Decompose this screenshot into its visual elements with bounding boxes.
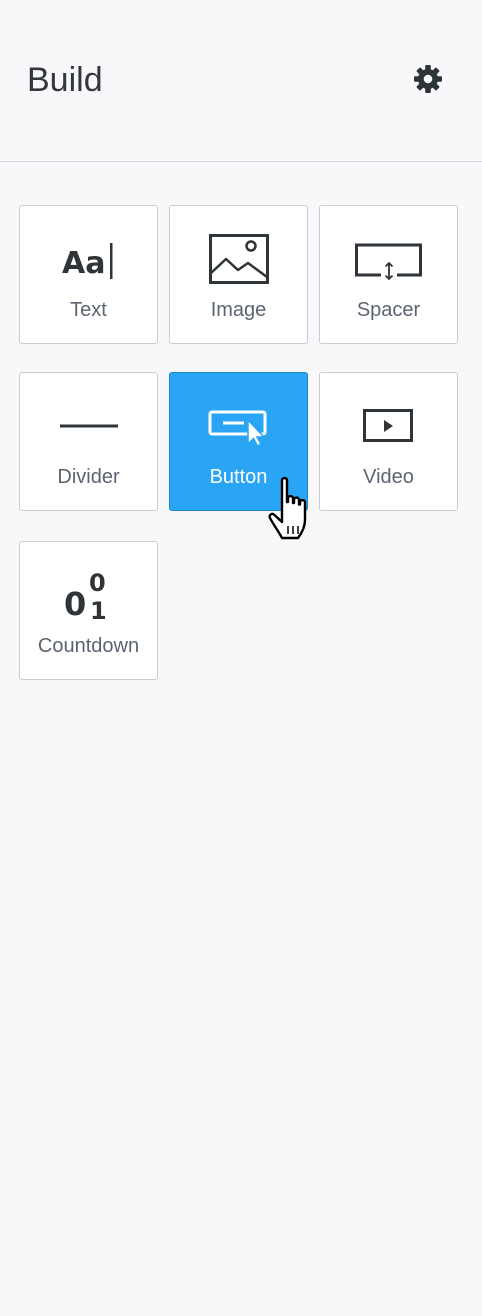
tile-text[interactable]: Aa Text [19, 205, 158, 344]
countdown-icon: 0 0 1 [20, 569, 157, 621]
tile-label: Countdown [37, 635, 140, 657]
gear-icon[interactable] [413, 64, 443, 94]
tile-label: Image [210, 299, 267, 321]
countdown-digit: 0 [64, 585, 86, 621]
video-icon [320, 401, 457, 451]
tile-countdown[interactable]: 0 0 1 Countdown [19, 541, 158, 680]
panel-header: Build [0, 0, 482, 162]
spacer-icon [320, 234, 457, 284]
tile-video[interactable]: Video [319, 372, 458, 511]
tile-label: Spacer [356, 299, 421, 321]
divider-icon [20, 401, 157, 451]
text-icon-glyph: Aa [62, 246, 105, 281]
tile-label: Divider [57, 466, 120, 488]
tile-label: Video [363, 466, 414, 488]
countdown-digit: 0 [89, 569, 106, 597]
tile-divider[interactable]: Divider [19, 372, 158, 511]
tile-button[interactable]: Button [169, 372, 308, 511]
tile-spacer[interactable]: Spacer [319, 205, 458, 344]
tile-label: Text [70, 299, 107, 321]
text-format-icon: Aa [20, 234, 157, 284]
button-icon [170, 401, 307, 451]
tile-image[interactable]: Image [169, 205, 308, 344]
image-icon [170, 234, 307, 284]
tile-label: Button [209, 466, 268, 488]
panel-title: Build [27, 61, 103, 99]
countdown-digit: 1 [90, 597, 107, 621]
